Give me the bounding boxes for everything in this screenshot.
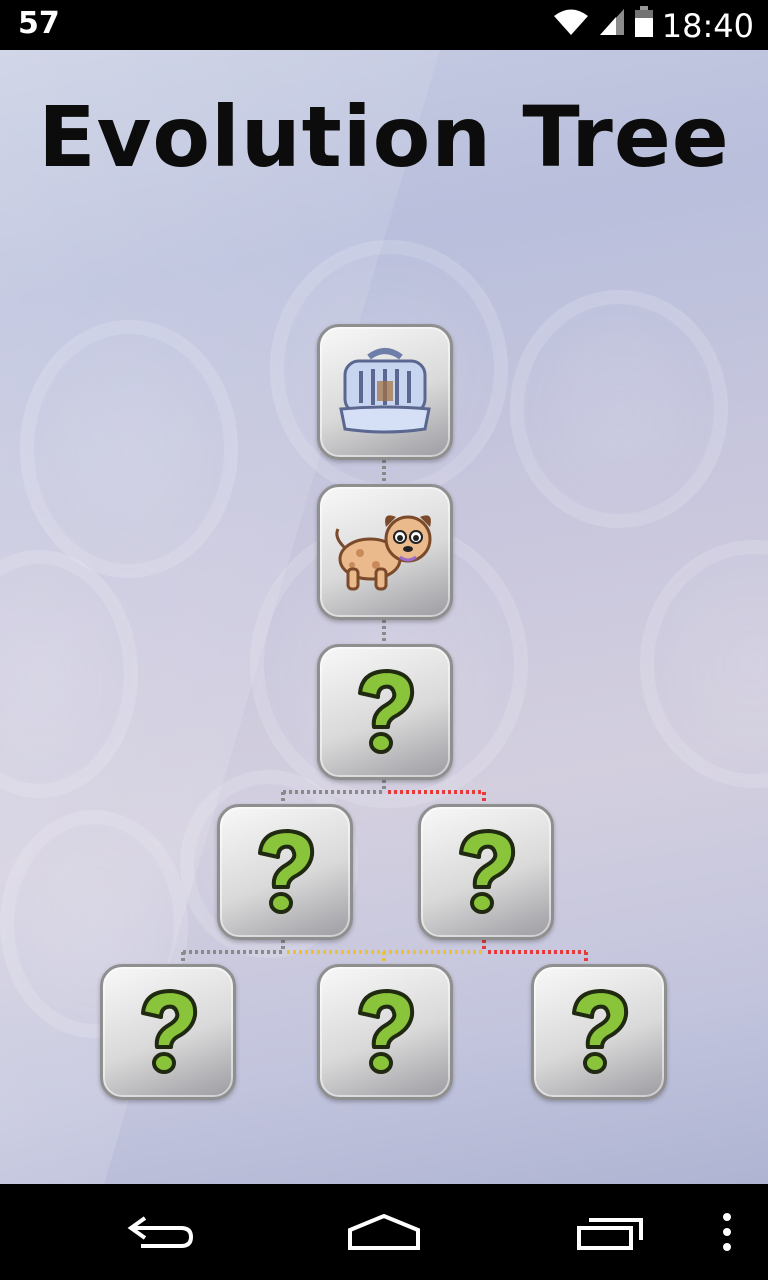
tree-node-level-5-right[interactable] [531,964,667,1100]
question-mark-icon [141,989,198,1074]
recent-apps-button[interactable] [572,1204,648,1260]
tree-node-root[interactable] [317,324,453,460]
menu-overflow-icon [723,1213,731,1251]
back-icon [127,1216,194,1248]
back-button[interactable] [120,1204,200,1260]
question-mark-icon [459,829,516,914]
puppy-icon [335,515,432,591]
battery-icon [634,6,654,46]
question-mark-icon [572,989,629,1074]
clock: 18:40 [661,7,754,45]
navigation-bar [0,1184,768,1280]
question-mark-icon [358,989,415,1074]
tree-node-level-4-right[interactable] [418,804,554,940]
tree-node-level-2[interactable] [317,484,453,620]
question-mark-icon [258,829,315,914]
home-button[interactable] [344,1204,424,1260]
wifi-icon [552,7,590,45]
status-bar: 57 18:40 [0,0,768,50]
notification-count: 57 [18,6,60,41]
tree-node-level-4-left[interactable] [217,804,353,940]
pet-carrier-icon [339,348,431,434]
tree-node-level-5-middle[interactable] [317,964,453,1100]
overflow-menu-button[interactable] [712,1204,742,1260]
home-icon [348,1213,420,1250]
status-icons: 18:40 [552,6,754,46]
tree-node-level-3[interactable] [317,644,453,780]
signal-icon [598,7,626,45]
question-mark-icon [358,669,415,754]
recent-apps-icon [577,1218,643,1250]
tree-node-level-5-left[interactable] [100,964,236,1100]
evolution-tree-screen: Evolution Tree [0,50,768,1184]
